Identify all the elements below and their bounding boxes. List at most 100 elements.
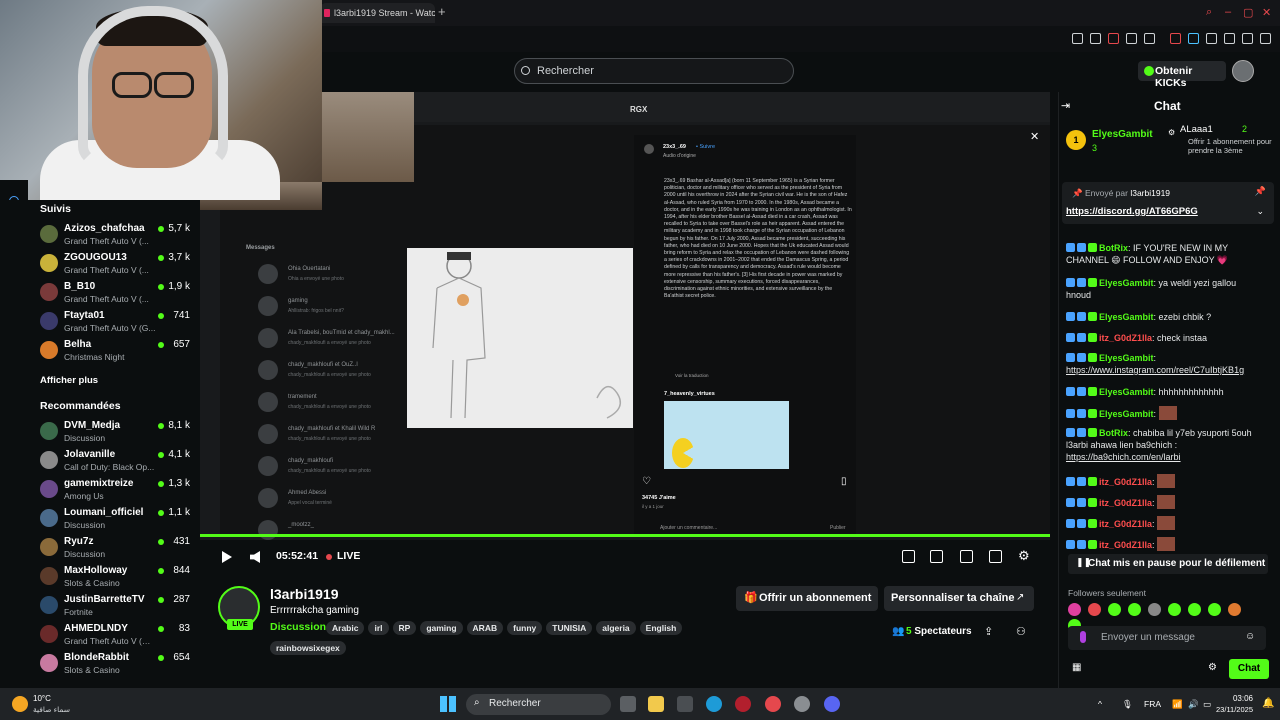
emote-icon[interactable] <box>1088 603 1101 616</box>
emote-icon[interactable] <box>1068 603 1081 616</box>
show-more-link[interactable]: Afficher plus <box>40 375 98 386</box>
settings-gear-icon[interactable]: ⚙ <box>1018 548 1030 564</box>
play-icon[interactable] <box>1126 33 1137 44</box>
close-window-button[interactable]: ✕ <box>1262 6 1271 19</box>
streamer-name[interactable]: l3arbi1919 <box>270 586 339 602</box>
recommended-channel[interactable]: DVM_Medja Discussion 8,1 k <box>40 420 190 448</box>
following-channel[interactable]: Ftayta01 Grand Theft Auto V (G... 741 <box>40 310 190 338</box>
extensions-icon[interactable] <box>1206 33 1217 44</box>
following-channel[interactable]: Belha Christmas Night 657 <box>40 339 190 367</box>
language-indicator[interactable]: FRA <box>1144 699 1161 709</box>
screenshot-icon[interactable] <box>1090 33 1101 44</box>
chat-username[interactable]: ElyesGambit <box>1099 387 1154 397</box>
pinned-message[interactable]: 📌 Envoyé par l3arbi1919 https://discord.… <box>1062 182 1274 224</box>
chat-settings-icon[interactable]: ⚙ <box>1208 662 1217 673</box>
menu-icon[interactable] <box>1260 33 1271 44</box>
recommended-channel[interactable]: gamemixtreize Among Us 1,3 k <box>40 478 190 506</box>
stream-tag[interactable]: RP <box>392 621 417 635</box>
recommended-channel[interactable]: Loumani_officiel Discussion 1,1 k <box>40 507 190 535</box>
chat-paused-banner[interactable]: Chat mis en pause pour le défilement <box>1068 554 1268 574</box>
tray-chevron-icon[interactable]: ^ <box>1098 699 1102 709</box>
chat-username[interactable]: BotRix <box>1099 428 1128 438</box>
emote-icon[interactable] <box>1208 603 1221 616</box>
maximize-button[interactable]: ▢ <box>1243 6 1253 19</box>
stream-tag[interactable]: gaming <box>420 621 463 635</box>
task-view-icon[interactable] <box>620 696 636 712</box>
download-icon[interactable] <box>1242 33 1253 44</box>
windows-start-icon[interactable] <box>440 696 456 712</box>
store-icon[interactable]: ▦ <box>1072 662 1081 673</box>
gifter-name[interactable]: ElyesGambit <box>1092 129 1153 140</box>
chevron-down-icon[interactable]: ⌄ <box>1256 206 1264 217</box>
collections-icon[interactable] <box>1224 33 1235 44</box>
emote-icon[interactable] <box>1188 603 1201 616</box>
search-input[interactable]: Rechercher <box>514 58 794 84</box>
theater-mode-icon[interactable] <box>930 550 943 563</box>
stream-tag[interactable]: TUNISIA <box>546 621 593 635</box>
recommended-channel[interactable]: JustinBarretteTV Fortnite 287 <box>40 594 190 622</box>
share-icon[interactable]: ⇪ <box>984 625 993 638</box>
speaker-icon[interactable]: 🔊 <box>1188 699 1199 710</box>
chat-username[interactable]: itz_G0dZ1lla <box>1099 498 1152 508</box>
discord-icon[interactable] <box>824 696 840 712</box>
flag-icon[interactable] <box>1144 33 1155 44</box>
following-channel[interactable]: ZGOUGOU13 Grand Theft Auto V (... 3,7 k <box>40 252 190 280</box>
fullscreen-icon[interactable] <box>989 550 1002 563</box>
pinned-link[interactable]: https://discord.gg/AT66GP6G <box>1066 206 1198 217</box>
stream-tag[interactable]: irl <box>368 621 389 635</box>
chat-username[interactable]: ElyesGambit <box>1099 409 1154 419</box>
emote-icon[interactable] <box>1148 603 1161 616</box>
extension-blue-icon[interactable] <box>1188 33 1199 44</box>
play-button[interactable] <box>222 551 232 563</box>
bookmark-icon[interactable] <box>1072 33 1083 44</box>
emote-icon[interactable] <box>1228 603 1241 616</box>
app-red-icon[interactable] <box>735 696 751 712</box>
stream-tag[interactable]: rainbowsixegex <box>270 641 346 655</box>
browser-search-icon[interactable]: ⌕ <box>1206 6 1212 19</box>
customize-channel-button[interactable]: Personnaliser ta chaîne <box>884 586 1034 611</box>
stream-tag[interactable]: Arabic <box>326 621 365 635</box>
chat-username[interactable]: ElyesGambit <box>1099 353 1154 363</box>
add-user-icon[interactable]: ⚇ <box>1016 625 1026 638</box>
following-channel[interactable]: Azizos_chafchaa Grand Theft Auto V (... 5,… <box>40 223 190 251</box>
shield-icon[interactable] <box>1108 33 1119 44</box>
chat-username[interactable]: itz_G0dZ1lla <box>1099 477 1152 487</box>
stream-tag[interactable]: ARAB <box>466 621 504 635</box>
chat-username[interactable]: ElyesGambit <box>1099 312 1154 322</box>
clip-icon[interactable] <box>960 550 973 563</box>
opera-gx-icon[interactable] <box>765 696 781 712</box>
emote-icon[interactable] <box>1108 603 1121 616</box>
recommended-channel[interactable]: Ryu7z Discussion 431 <box>40 536 190 564</box>
user-avatar[interactable] <box>1232 60 1254 82</box>
minimize-button[interactable]: – <box>1225 6 1231 18</box>
send-chat-button[interactable]: Chat <box>1229 659 1269 679</box>
chat-link[interactable]: https://ba9chich.com/en/larbi <box>1066 452 1181 462</box>
wifi-icon[interactable]: 📶 <box>1172 699 1183 710</box>
battery-icon[interactable]: ▭ <box>1203 699 1211 710</box>
recommended-channel[interactable]: BlondeRabbit Slots & Casino 654 <box>40 652 190 680</box>
stream-tag[interactable]: algeria <box>596 621 636 635</box>
emoji-icon[interactable]: ☺ <box>1245 631 1255 642</box>
video-progress-bar[interactable] <box>198 534 1050 537</box>
pin-icon[interactable]: 📌 <box>1255 186 1266 197</box>
collapse-chat-icon[interactable]: ⇥ <box>1061 99 1070 112</box>
browser-tab[interactable]: l3arbi1919 Stream - Watch <box>320 3 435 23</box>
file-explorer-icon[interactable] <box>648 696 664 712</box>
chat-username[interactable]: itz_G0dZ1lla <box>1099 519 1152 529</box>
gifter2-name[interactable]: ALaaa1 <box>1180 124 1213 135</box>
notifications-icon[interactable]: 🔔 <box>1262 698 1274 709</box>
chat-input[interactable]: Envoyer un message <box>1068 626 1266 650</box>
chat-username[interactable]: itz_G0dZ1lla <box>1099 333 1152 343</box>
stream-tag[interactable]: English <box>639 621 683 635</box>
pip-icon[interactable] <box>902 550 915 563</box>
new-tab-button[interactable]: + <box>438 4 446 19</box>
extension-red-icon[interactable] <box>1170 33 1181 44</box>
recommended-channel[interactable]: Jolavanille Call of Duty: Black Op... 4,1 … <box>40 449 190 477</box>
chat-username[interactable]: itz_G0dZ1lla <box>1099 540 1152 550</box>
recommended-channel[interactable]: MaxHolloway Slots & Casino 844 <box>40 565 190 593</box>
emote-icon[interactable] <box>1128 603 1141 616</box>
chat-username[interactable]: ElyesGambit <box>1099 278 1154 288</box>
taskbar-time[interactable]: 03:06 <box>1219 694 1253 703</box>
chat-link[interactable]: https://www.instagram.com/reel/C7uIbtjKB… <box>1066 365 1244 375</box>
taskbar-search[interactable]: Rechercher <box>466 694 611 715</box>
